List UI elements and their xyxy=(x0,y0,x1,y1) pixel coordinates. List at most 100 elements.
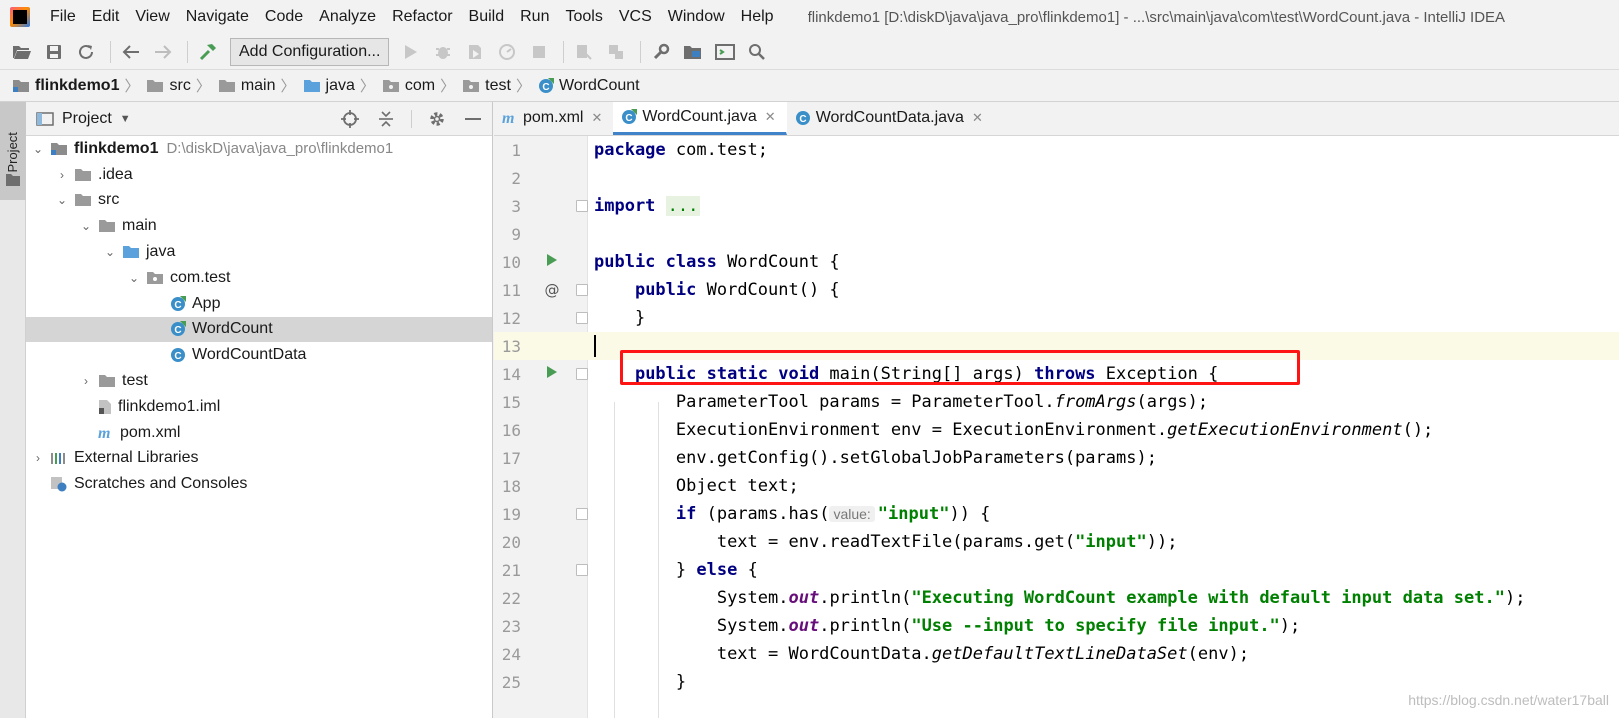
tree-node-pom[interactable]: m pom.xml xyxy=(26,420,492,446)
code-line: 1 package com.test; xyxy=(494,136,1619,164)
tree-node-app[interactable]: C App xyxy=(26,291,492,317)
menu-view[interactable]: View xyxy=(127,8,177,26)
tree-node-external-libraries[interactable]: › External Libraries xyxy=(26,446,492,472)
menu-navigate[interactable]: Navigate xyxy=(178,8,257,26)
run-icon[interactable] xyxy=(397,38,425,66)
code-token: throws xyxy=(1034,364,1096,384)
tree-node-src[interactable]: ⌄ src xyxy=(26,188,492,214)
tree-node-project-root[interactable]: ⌄ flinkdemo1 D:\diskD\java\java_pro\flin… xyxy=(26,136,492,162)
menu-tools[interactable]: Tools xyxy=(557,8,610,26)
fold-collapse-icon[interactable] xyxy=(576,368,588,380)
terminal-icon[interactable] xyxy=(711,38,739,66)
tab-pom-xml[interactable]: m pom.xml ✕ xyxy=(494,102,613,135)
tree-node-test[interactable]: › test xyxy=(26,368,492,394)
close-icon[interactable]: ✕ xyxy=(591,110,602,126)
breadcrumb-item-com[interactable]: com xyxy=(382,77,435,95)
tab-wordcountdata-java[interactable]: C WordCountData.java ✕ xyxy=(787,102,994,135)
coverage-icon[interactable] xyxy=(461,38,489,66)
tree-label: pom.xml xyxy=(120,423,181,441)
back-icon[interactable] xyxy=(117,38,145,66)
collapse-all-icon[interactable] xyxy=(375,108,397,130)
code-line: 19 if (params.has(value: "input")) { xyxy=(494,500,1619,528)
gear-icon[interactable] xyxy=(426,108,448,130)
chevron-down-icon[interactable]: ⌄ xyxy=(78,219,94,233)
add-configuration-button[interactable]: Add Configuration... xyxy=(230,37,390,66)
annotation-at-icon[interactable]: @ xyxy=(542,281,562,299)
tab-wordcount-java[interactable]: C WordCount.java ✕ xyxy=(613,102,787,135)
project-tree: ⌄ flinkdemo1 D:\diskD\java\java_pro\flin… xyxy=(26,136,492,497)
code-line: 9 xyxy=(494,220,1619,248)
menu-help[interactable]: Help xyxy=(733,8,782,26)
project-structure-icon[interactable] xyxy=(679,38,707,66)
breadcrumb-item-project[interactable]: flinkdemo1 xyxy=(12,77,119,95)
chevron-down-icon[interactable]: ⌄ xyxy=(54,193,70,207)
menu-vcs[interactable]: VCS xyxy=(611,8,660,26)
folded-region[interactable]: ... xyxy=(665,196,701,216)
close-icon[interactable]: ✕ xyxy=(765,109,776,125)
attach-icon[interactable] xyxy=(570,38,598,66)
run-gutter-icon[interactable] xyxy=(542,364,562,384)
project-view-icon xyxy=(36,111,54,126)
debug-icon[interactable] xyxy=(429,38,457,66)
fold-end-icon[interactable] xyxy=(576,312,588,324)
project-panel-title[interactable]: Project xyxy=(62,110,112,128)
fold-collapse-icon[interactable] xyxy=(576,508,588,520)
menu-bar: File Edit View Navigate Code Analyze Ref… xyxy=(0,0,1619,34)
chevron-right-icon[interactable]: › xyxy=(54,168,70,182)
tree-node-package[interactable]: ⌄ com.test xyxy=(26,265,492,291)
chevron-down-icon[interactable]: ⌄ xyxy=(102,245,118,259)
line-number: 23 xyxy=(501,616,521,636)
tree-node-main[interactable]: ⌄ main xyxy=(26,213,492,239)
forward-icon[interactable] xyxy=(149,38,177,66)
code-token: ExecutionEnvironment env = ExecutionEnvi… xyxy=(675,420,1168,440)
menu-refactor[interactable]: Refactor xyxy=(384,8,460,26)
build-hammer-icon[interactable] xyxy=(194,38,222,66)
chevron-down-icon[interactable]: ⌄ xyxy=(126,271,142,285)
tree-node-wordcount[interactable]: C WordCount xyxy=(26,316,492,343)
code-token: } xyxy=(675,672,687,692)
tree-node-scratches[interactable]: Scratches and Consoles xyxy=(26,471,492,497)
code-line: 14 public static void main(String[] args… xyxy=(494,360,1619,388)
chevron-right-icon[interactable]: › xyxy=(78,374,94,388)
menu-window[interactable]: Window xyxy=(660,8,733,26)
menu-run[interactable]: Run xyxy=(512,8,557,26)
code-area[interactable]: 1 package com.test; 2 3 import ... 9 10 … xyxy=(494,136,1619,718)
search-icon[interactable] xyxy=(743,38,771,66)
package-icon xyxy=(146,271,164,285)
hide-panel-icon[interactable] xyxy=(462,108,484,130)
chevron-down-icon[interactable]: ⌄ xyxy=(30,142,46,156)
breadcrumb-item-test[interactable]: test xyxy=(462,77,511,95)
stop-icon[interactable] xyxy=(525,38,553,66)
breadcrumb-item-src[interactable]: src xyxy=(146,77,191,95)
profile-icon[interactable] xyxy=(493,38,521,66)
tree-node-wordcountdata[interactable]: C WordCountData xyxy=(26,342,492,368)
code-text: System.out.println("Executing WordCount … xyxy=(594,588,1526,608)
tree-node-iml[interactable]: flinkdemo1.iml xyxy=(26,394,492,420)
save-icon[interactable] xyxy=(40,38,68,66)
run-gutter-icon[interactable] xyxy=(542,252,562,272)
tree-node-idea[interactable]: › .idea xyxy=(26,162,492,188)
open-icon[interactable] xyxy=(8,38,36,66)
menu-build[interactable]: Build xyxy=(461,8,513,26)
sync-icon[interactable] xyxy=(72,38,100,66)
fold-end-icon[interactable] xyxy=(576,564,588,576)
code-token: fromArgs xyxy=(1054,392,1137,412)
vcs-icon[interactable] xyxy=(602,38,630,66)
menu-file[interactable]: File xyxy=(42,8,84,26)
chevron-down-icon[interactable]: ▼ xyxy=(120,113,131,125)
tree-node-java[interactable]: ⌄ java xyxy=(26,239,492,265)
locate-target-icon[interactable] xyxy=(339,108,361,130)
breadcrumb-item-java[interactable]: java xyxy=(303,77,355,95)
close-icon[interactable]: ✕ xyxy=(972,110,983,126)
menu-edit[interactable]: Edit xyxy=(84,8,128,26)
fold-expand-icon[interactable] xyxy=(576,200,588,212)
breadcrumb-item-main[interactable]: main xyxy=(218,77,276,95)
settings-wrench-icon[interactable] xyxy=(647,38,675,66)
chevron-right-icon[interactable]: › xyxy=(30,451,46,465)
fold-collapse-icon[interactable] xyxy=(576,284,588,296)
breadcrumb-item-wordcount[interactable]: C WordCount xyxy=(538,77,640,95)
menu-code[interactable]: Code xyxy=(257,8,311,26)
menu-analyze[interactable]: Analyze xyxy=(311,8,384,26)
project-tool-window-button[interactable]: 1: Project xyxy=(0,102,26,200)
package-icon xyxy=(382,79,399,92)
